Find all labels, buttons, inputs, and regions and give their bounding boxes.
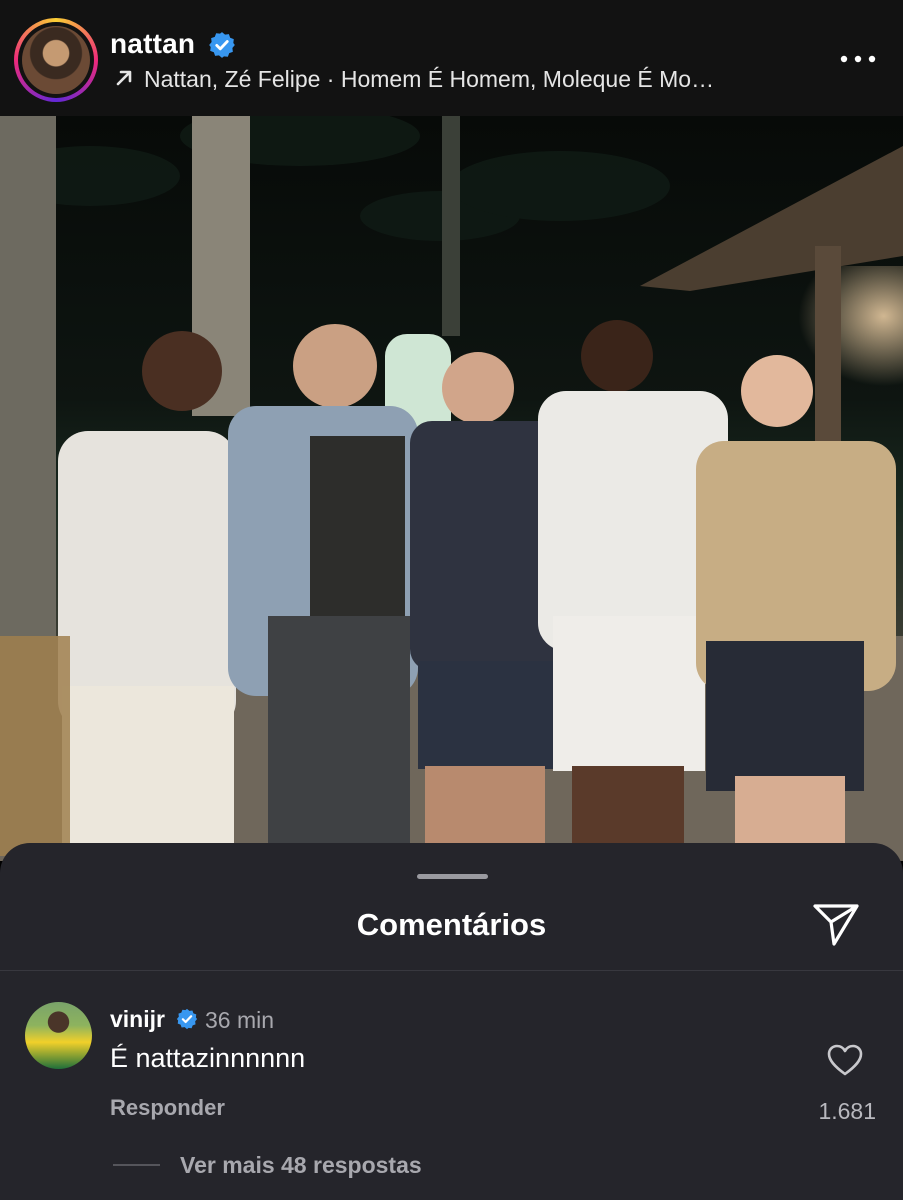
comment-text: É nattazinnnnnn bbox=[110, 1043, 306, 1073]
arrow-up-right-icon bbox=[116, 70, 132, 86]
avatar bbox=[22, 26, 90, 94]
like-count: 1.681 bbox=[818, 1098, 876, 1124]
sheet-title: Comentários bbox=[356, 907, 547, 942]
story-ring-avatar[interactable] bbox=[14, 18, 98, 102]
more-horizontal-icon[interactable] bbox=[836, 45, 880, 73]
replies-divider bbox=[113, 1164, 160, 1166]
post-photo-illustration bbox=[0, 116, 903, 861]
post-username[interactable]: nattan bbox=[110, 28, 195, 60]
verified-badge-icon bbox=[176, 1008, 198, 1030]
divider bbox=[0, 970, 903, 971]
music-attribution[interactable]: Nattan, Zé Felipe · Homem É Homem, Moleq… bbox=[112, 66, 802, 93]
post-photo[interactable] bbox=[0, 116, 903, 861]
comments-sheet: Comentários vinijr 36 min É nattazinnnnn… bbox=[0, 843, 903, 1200]
music-text: Nattan, Zé Felipe · Homem É Homem, Moleq… bbox=[144, 66, 715, 92]
heart-icon[interactable] bbox=[826, 1043, 864, 1077]
send-icon[interactable] bbox=[810, 900, 862, 948]
verified-badge-icon bbox=[209, 32, 235, 58]
view-more-replies-button[interactable]: Ver mais 48 respostas bbox=[180, 1152, 422, 1179]
reply-button[interactable]: Responder bbox=[110, 1095, 225, 1121]
post-header: nattan Nattan, Zé Felipe · Homem É Homem… bbox=[0, 0, 903, 116]
comment-username[interactable]: vinijr bbox=[110, 1006, 165, 1033]
avatar[interactable] bbox=[25, 1002, 92, 1069]
sheet-grabber[interactable] bbox=[417, 874, 488, 879]
comment-timestamp: 36 min bbox=[205, 1007, 275, 1033]
